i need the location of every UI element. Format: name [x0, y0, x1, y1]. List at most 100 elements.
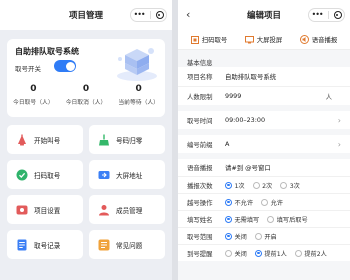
menu-scan-ticket[interactable]: 扫码取号	[7, 160, 83, 189]
field-number-prefix[interactable]: 编号前缀 A ›	[178, 135, 350, 153]
queue-switch-toggle[interactable]	[54, 60, 76, 72]
chevron-right-icon: ›	[337, 139, 341, 149]
page-title: 编辑项目	[246, 11, 281, 21]
project-summary-card: 自助排队取号系统 取号开关 0 今日取号（人） 0 今日取消（人） 0 当前等待…	[7, 39, 165, 117]
field-label: 取号范围	[187, 232, 213, 241]
stat-current-waiting: 0 当前等待（人）	[112, 84, 165, 106]
people-limit-input[interactable]: 9999	[225, 92, 241, 100]
menu-label: 开始叫号	[34, 136, 61, 145]
radio-icon	[252, 181, 260, 189]
radio-label: 无需填写	[234, 216, 260, 224]
field-ticket-time[interactable]: 取号时间 09:00–23:00 ›	[178, 111, 350, 129]
menu-label: 常见问题	[116, 241, 143, 250]
radio-option[interactable]: 提前1人	[254, 249, 287, 258]
tab-scan-ticket[interactable]: 扫码取号	[190, 35, 228, 44]
mini-program-capsule[interactable]: •••	[130, 8, 167, 22]
radio-option[interactable]: 允许	[261, 198, 283, 207]
switch-label: 取号开关	[15, 65, 41, 73]
radio-label: 3次	[289, 182, 300, 190]
field-people-limit[interactable]: 人数限制 9999 人	[178, 86, 350, 105]
number-prefix-input[interactable]: A	[225, 140, 229, 148]
radio-option[interactable]: 开启	[254, 232, 277, 241]
capsule-divider	[149, 11, 151, 19]
radio-option[interactable]: 关闭	[225, 249, 247, 258]
back-arrow-icon[interactable]: ‹	[186, 8, 190, 21]
tab-voice-broadcast[interactable]: 语音播报	[299, 35, 338, 44]
radio-label: 不允许	[234, 199, 254, 207]
section-title: 基本信息	[187, 59, 213, 67]
radio-label: 填写后取号	[276, 216, 308, 224]
more-icon[interactable]: •••	[133, 11, 145, 19]
radio-selected-icon	[225, 215, 232, 223]
radio-option[interactable]: 3次	[280, 181, 300, 190]
radio-selected-icon	[225, 198, 232, 206]
members-icon	[97, 203, 110, 216]
tab-label: 大屏投屏	[256, 36, 283, 44]
radio-option[interactable]: 提前2人	[294, 249, 327, 258]
tab-label: 语音播报	[311, 36, 338, 44]
radio-option[interactable]: 不允许	[225, 198, 253, 207]
field-label: 项目名称	[187, 73, 213, 81]
menu-reset-numbers[interactable]: 号码归零	[89, 125, 165, 154]
radio-selected-icon	[254, 249, 262, 257]
field-label: 人数限制	[187, 92, 213, 101]
close-mini-program-icon[interactable]	[155, 11, 164, 19]
stats-row: 0 今日取号（人） 0 今日取消（人） 0 当前等待（人）	[7, 84, 165, 106]
radio-option[interactable]: 无需填写	[225, 215, 259, 224]
radio-option[interactable]: 2次	[252, 181, 272, 190]
stat-label: 今日取号（人）	[13, 100, 54, 106]
field-label: 编号前缀	[187, 140, 213, 149]
ticket-time-picker[interactable]: 09:00–23:00	[225, 116, 265, 124]
scan-icon	[15, 168, 28, 181]
menu-screen-address[interactable]: 大屏地址	[89, 160, 165, 189]
voice-text-input[interactable]: 请#到 @号窗口	[225, 163, 271, 172]
radio-label: 提前1人	[264, 250, 287, 258]
radio-icon	[294, 249, 302, 257]
radio-icon	[267, 215, 275, 223]
tab-label: 扫码取号	[201, 36, 228, 44]
chevron-right-icon: ›	[337, 115, 341, 125]
radio-selected-icon	[225, 232, 232, 240]
menu-member-management[interactable]: 成员管理	[89, 195, 165, 224]
stat-number: 0	[82, 84, 90, 94]
field-fill-name: 填写姓名 无需填写 填写后取号	[178, 210, 350, 227]
mini-program-capsule[interactable]: •••	[308, 8, 345, 22]
radio-option[interactable]: 关闭	[225, 232, 247, 241]
field-ticket-range: 取号范围 关闭 开启	[178, 227, 350, 244]
radio-icon	[280, 181, 288, 189]
field-voice-broadcast[interactable]: 语音播报 请#到 @号窗口	[178, 159, 350, 176]
stat-number: 0	[30, 84, 37, 94]
radio-icon	[225, 249, 232, 257]
field-label: 到号提醒	[187, 249, 213, 258]
radio-selected-icon	[225, 181, 232, 189]
radio-label: 允许	[270, 199, 283, 207]
menu-ticket-records[interactable]: 取号记录	[7, 230, 83, 259]
radio-option[interactable]: 1次	[225, 181, 245, 190]
menu-label: 号码归零	[116, 136, 143, 145]
field-project-name[interactable]: 项目名称 自助排队取号系统	[178, 67, 350, 86]
radio-label: 关闭	[234, 233, 247, 241]
faq-icon	[97, 238, 110, 251]
close-mini-program-icon[interactable]	[333, 11, 342, 19]
menu-label: 项目设置	[34, 206, 61, 215]
horn-icon	[15, 133, 28, 146]
menu-label: 成员管理	[116, 206, 143, 215]
edit-project-screen: ‹ 编辑项目 ••• 扫码取号 大屏投屏 语音播报 基本信息 项目名称 自助排队…	[178, 0, 350, 280]
broom-icon	[97, 133, 110, 146]
radio-label: 提前2人	[304, 250, 327, 258]
menu-faq[interactable]: 常见问题	[89, 230, 165, 259]
field-skip-operation: 越号操作 不允许 允许	[178, 193, 350, 210]
navbar: 项目管理 •••	[0, 0, 172, 30]
menu-start-calling[interactable]: 开始叫号	[7, 125, 83, 154]
menu-project-settings[interactable]: 项目设置	[7, 195, 83, 224]
stat-label: 今日取消（人）	[65, 100, 107, 106]
tab-big-screen[interactable]: 大屏投屏	[244, 35, 283, 44]
qr-icon	[190, 35, 199, 44]
more-icon[interactable]: •••	[311, 11, 323, 19]
radio-option[interactable]: 填写后取号	[267, 215, 308, 224]
stat-today-cancelled: 0 今日取消（人）	[60, 84, 113, 106]
radio-label: 开启	[264, 233, 277, 241]
page-title: 项目管理	[68, 11, 103, 21]
radio-icon	[261, 198, 269, 206]
project-name-input[interactable]: 自助排队取号系统	[225, 72, 276, 81]
